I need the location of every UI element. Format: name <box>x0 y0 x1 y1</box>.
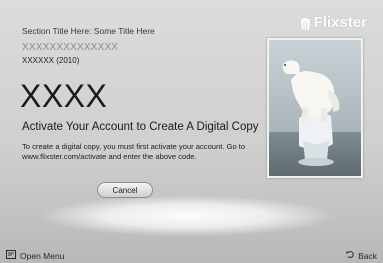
brand-name: Flixster <box>313 14 367 31</box>
activation-heading: Activate Your Account to Create A Digita… <box>22 121 259 133</box>
flixster-logo: Flixster <box>300 14 367 31</box>
popcorn-bucket-icon <box>300 17 311 29</box>
back-label: Back <box>358 250 377 261</box>
open-menu-label: Open Menu <box>20 250 65 261</box>
back-button[interactable]: Back <box>346 250 377 261</box>
movie-title: XXXXXXXXXXXXXX <box>22 42 119 53</box>
activation-code: XXXX <box>20 78 108 114</box>
open-menu-button[interactable]: Open Menu <box>6 250 64 261</box>
return-arrow-icon <box>346 250 355 261</box>
cancel-button[interactable]: Cancel <box>97 182 153 198</box>
floor-glow <box>42 196 332 236</box>
movie-poster <box>267 38 363 178</box>
section-title: Section Title Here: Some Title Here <box>22 26 155 36</box>
movie-meta: XXXXXX (2010) <box>22 56 80 65</box>
activation-instructions: To create a digital copy, you must first… <box>22 142 246 161</box>
menu-icon <box>6 250 16 261</box>
